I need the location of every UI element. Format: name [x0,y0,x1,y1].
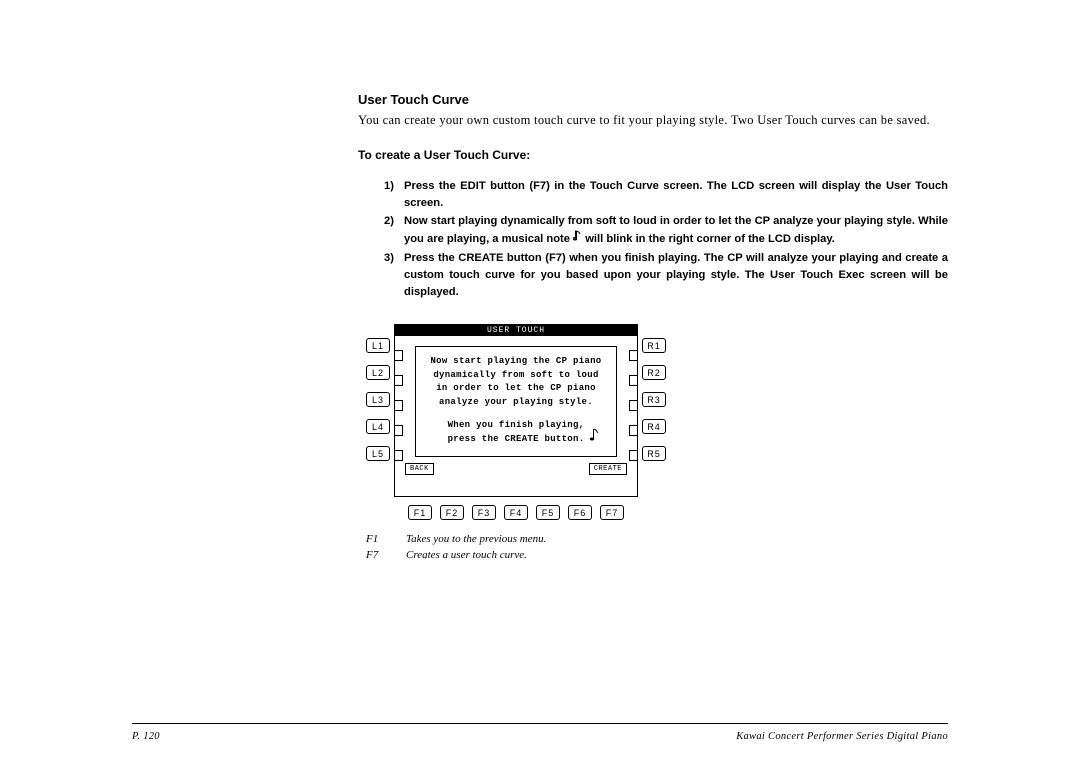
lcd-msg-line: press the CREATE button. [422,433,610,447]
lcd-msg-line: dynamically from soft to loud [422,369,610,383]
page-number: P. 120 [132,731,160,742]
button-l4: L4 [366,419,390,434]
step-1: 1) Press the EDIT button (F7) in the Tou… [384,178,948,212]
legend-desc: Takes you to the previous menu. [406,532,546,547]
lcd-diagram: L1 L2 L3 L4 L5 USER TOUCH [366,324,948,520]
right-buttons: R1 R2 R3 R4 R5 [642,324,666,461]
button-r3: R3 [642,392,666,407]
footer-title: Kawai Concert Performer Series Digital P… [736,731,948,742]
button-r1: R1 [642,338,666,353]
button-r5: R5 [642,446,666,461]
button-f6: F6 [568,505,592,520]
step-number: 2) [384,213,404,248]
button-f4: F4 [504,505,528,520]
lcd-title: USER TOUCH [395,325,637,336]
lcd-msg-line: When you finish playing, [422,419,610,433]
step-text: Press the CREATE button (F7) when you fi… [404,250,948,300]
lcd-back-button: BACK [405,463,434,475]
lcd-footer-buttons: BACK CREATE [401,463,631,478]
legend-row: F1 Takes you to the previous menu. [366,532,948,547]
intro-paragraph: You can create your own custom touch cur… [358,111,948,130]
button-r4: R4 [642,419,666,434]
button-f2: F2 [440,505,464,520]
page-footer: P. 120 Kawai Concert Performer Series Di… [132,731,948,742]
step-3: 3) Press the CREATE button (F7) when you… [384,250,948,300]
function-buttons-row: F1 F2 F3 F4 F5 F6 F7 [408,505,624,520]
step-number: 1) [384,178,404,212]
left-buttons: L1 L2 L3 L4 L5 [366,324,390,461]
button-f3: F3 [472,505,496,520]
procedure-heading: To create a User Touch Curve: [358,148,948,162]
legend-key: F7 [366,548,406,563]
eighth-note-icon [589,428,600,448]
button-l5: L5 [366,446,390,461]
manual-page: User Touch Curve You can create your own… [0,0,1080,764]
step-text: Now start playing dynamically from soft … [404,213,948,248]
legend-key: F1 [366,532,406,547]
button-l3: L3 [366,392,390,407]
button-legend: F1 Takes you to the previous menu. F7 Cr… [366,532,948,563]
step-number: 3) [384,250,404,300]
button-l1: L1 [366,338,390,353]
button-f5: F5 [536,505,560,520]
lcd-msg-line: analyze your playing style. [422,396,610,410]
step-text: Press the EDIT button (F7) in the Touch … [404,178,948,212]
lcd-msg-line: Now start playing the CP piano [422,355,610,369]
lcd-screen: USER TOUCH Now start playing the CP pian… [394,324,638,497]
legend-desc: Creates a user touch curve. [406,548,527,563]
legend-row: F7 Creates a user touch curve. [366,548,948,563]
lcd-msg-line: in order to let the CP piano [422,382,610,396]
lcd-body: Now start playing the CP piano dynamical… [395,336,637,496]
steps-list: 1) Press the EDIT button (F7) in the Tou… [358,178,948,301]
lcd-left-ticks [395,350,403,461]
lcd-message: Now start playing the CP piano dynamical… [415,346,617,457]
footer-rule [132,723,948,724]
section-heading: User Touch Curve [358,92,948,107]
step-text-b: will blink in the right corner of the LC… [582,233,835,245]
button-r2: R2 [642,365,666,380]
lcd-msg-p2: When you finish playing, press the CREAT… [422,419,610,446]
button-f7: F7 [600,505,624,520]
step-2: 2) Now start playing dynamically from so… [384,213,948,248]
lcd-right-ticks [629,350,637,461]
lcd-create-button: CREATE [589,463,627,475]
button-l2: L2 [366,365,390,380]
button-f1: F1 [408,505,432,520]
eighth-note-icon [573,230,582,248]
